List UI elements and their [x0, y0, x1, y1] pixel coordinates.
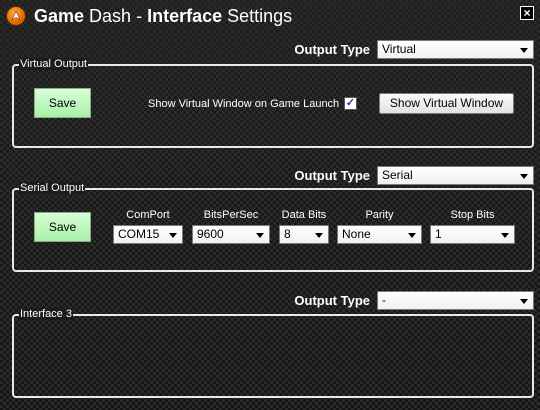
save-button-serial[interactable]: Save	[34, 212, 91, 242]
comport-select[interactable]: COM15	[113, 225, 183, 244]
bitspersec-select[interactable]: 9600	[192, 225, 270, 244]
show-on-launch-checkbox[interactable]: ✓	[344, 97, 357, 110]
bitspersec-header: BitsPerSec	[203, 209, 259, 221]
output-type-select-1[interactable]: Virtual	[377, 40, 534, 59]
chevron-down-icon	[315, 233, 323, 238]
output-type-label-3: Output Type	[294, 293, 370, 308]
chevron-down-icon	[256, 233, 264, 238]
group-title-interface-3: Interface 3	[19, 308, 73, 320]
output-type-select-2[interactable]: Serial	[377, 166, 534, 185]
show-on-launch-label: Show Virtual Window on Game Launch	[148, 98, 340, 110]
save-button-virtual[interactable]: Save	[34, 88, 91, 118]
group-title-serial: Serial Output	[19, 182, 86, 194]
window-title: Game Dash - Interface Settings	[34, 6, 293, 26]
parity-header: Parity	[365, 209, 394, 221]
output-type-label-2: Output Type	[294, 168, 370, 183]
comport-header: ComPort	[126, 209, 170, 221]
stop-bits-select[interactable]: 1	[430, 225, 515, 244]
output-type-label-1: Output Type	[294, 42, 370, 57]
group-title-virtual: Virtual Output	[19, 58, 89, 70]
output-type-select-3[interactable]: -	[377, 291, 534, 310]
chevron-down-icon	[520, 174, 528, 179]
chevron-down-icon	[520, 299, 528, 304]
chevron-down-icon	[169, 233, 177, 238]
close-icon[interactable]: ×	[520, 6, 534, 20]
interface-3-group	[12, 314, 534, 398]
chevron-down-icon	[520, 48, 528, 53]
app-logo-icon	[6, 6, 26, 26]
chevron-down-icon	[501, 233, 509, 238]
stop-bits-header: Stop Bits	[450, 209, 495, 221]
data-bits-header: Data Bits	[281, 209, 327, 221]
chevron-down-icon	[408, 233, 416, 238]
show-virtual-window-button[interactable]: Show Virtual Window	[379, 93, 514, 114]
parity-select[interactable]: None	[337, 225, 422, 244]
data-bits-select[interactable]: 8	[279, 225, 329, 244]
